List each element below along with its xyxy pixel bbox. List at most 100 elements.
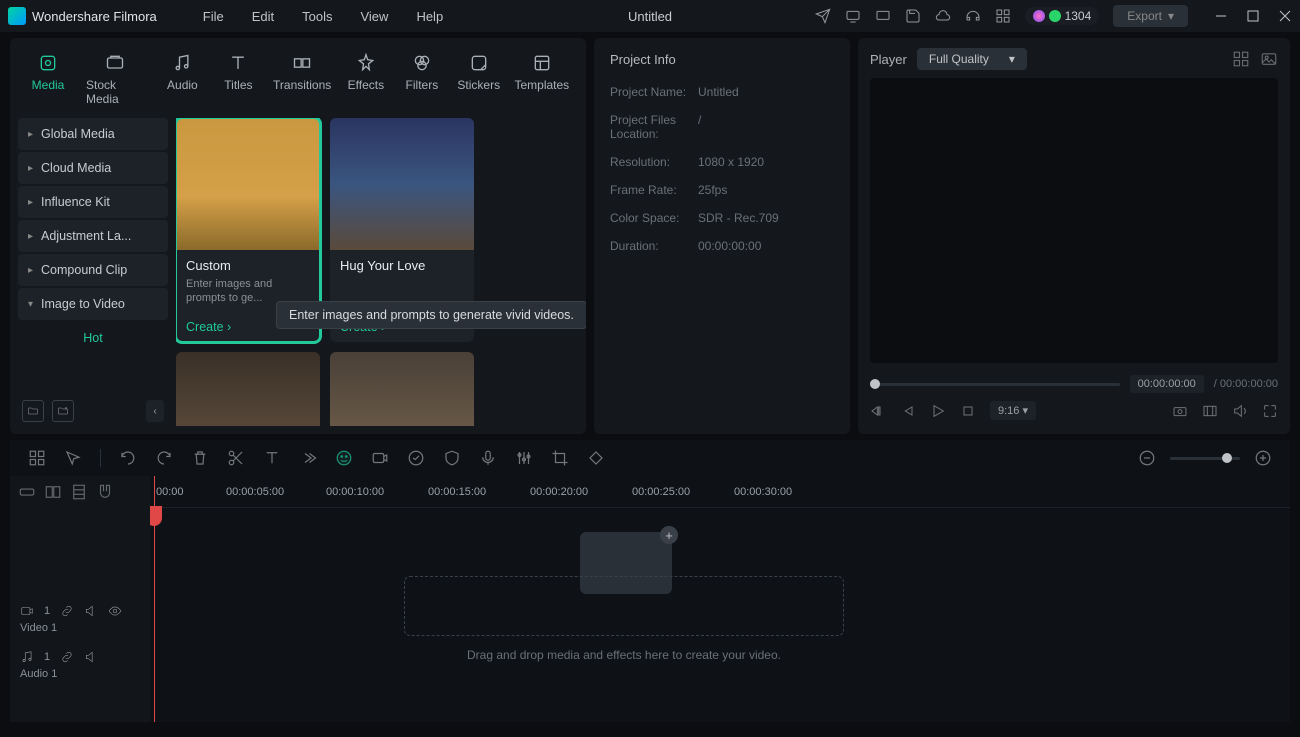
- collapse-sidebar-button[interactable]: ‹: [146, 400, 164, 422]
- media-sidebar: ▸Global Media ▸Cloud Media ▸Influence Ki…: [18, 118, 168, 426]
- tab-effects[interactable]: Effects: [342, 48, 390, 110]
- fullscreen-icon[interactable]: [1262, 403, 1278, 419]
- crop-icon[interactable]: [551, 449, 569, 467]
- grid-view-icon[interactable]: [1232, 50, 1250, 68]
- sidebar-item-global-media[interactable]: ▸Global Media: [18, 118, 168, 150]
- record-icon[interactable]: [371, 449, 389, 467]
- undo-button[interactable]: [119, 449, 137, 467]
- save-icon[interactable]: [905, 8, 921, 24]
- tab-templates[interactable]: Templates: [512, 48, 572, 110]
- time-ruler[interactable]: 00:00 00:00:05:00 00:00:10:00 00:00:15:0…: [150, 476, 1290, 508]
- info-label: Project Files Location:: [610, 113, 698, 141]
- layout-icon[interactable]: [28, 449, 46, 467]
- magnet-icon[interactable]: [96, 483, 114, 501]
- sidebar-item-compound-clip[interactable]: ▸Compound Clip: [18, 254, 168, 286]
- player-label: Player: [870, 52, 907, 67]
- minimize-button[interactable]: [1214, 9, 1228, 23]
- track-name: Audio 1: [20, 668, 140, 680]
- tab-transitions[interactable]: Transitions: [270, 48, 334, 110]
- export-button[interactable]: Export▾: [1113, 5, 1188, 27]
- text-icon[interactable]: [263, 449, 281, 467]
- split-button[interactable]: [227, 449, 245, 467]
- shield-icon[interactable]: [443, 449, 461, 467]
- chevron-down-icon: ▾: [1009, 52, 1015, 66]
- sidebar-item-influence-kit[interactable]: ▸Influence Kit: [18, 186, 168, 218]
- tl-option-icon[interactable]: [70, 483, 88, 501]
- volume-icon[interactable]: [1232, 403, 1248, 419]
- playhead[interactable]: [154, 476, 155, 722]
- tab-stock-media[interactable]: Stock Media: [80, 48, 150, 110]
- drop-zone[interactable]: [404, 576, 844, 636]
- folder-add-icon[interactable]: [52, 400, 74, 422]
- zoom-fit-button[interactable]: [1254, 449, 1272, 467]
- keyframe-icon[interactable]: [587, 449, 605, 467]
- tab-stickers[interactable]: Stickers: [454, 48, 504, 110]
- aspect-ratio-select[interactable]: 9:16 ▾: [990, 401, 1036, 420]
- tl-option-icon[interactable]: [18, 483, 36, 501]
- coin-icon: [1049, 10, 1061, 22]
- info-value: 1080 x 1920: [698, 155, 764, 169]
- scrubber[interactable]: [870, 383, 1120, 386]
- preview-viewport[interactable]: [870, 78, 1278, 363]
- mic-icon[interactable]: [479, 449, 497, 467]
- sidebar-item-cloud-media[interactable]: ▸Cloud Media: [18, 152, 168, 184]
- menu-file[interactable]: File: [203, 9, 224, 24]
- mute-icon[interactable]: [84, 650, 98, 664]
- ai-icon[interactable]: [335, 449, 353, 467]
- delete-button[interactable]: [191, 449, 209, 467]
- credits-pill[interactable]: 1304: [1025, 7, 1100, 25]
- screen-icon[interactable]: [875, 8, 891, 24]
- link-icon[interactable]: [60, 650, 74, 664]
- redo-button[interactable]: [155, 449, 173, 467]
- credits-count: 1304: [1065, 9, 1092, 23]
- mixer-icon[interactable]: [515, 449, 533, 467]
- card-thumbnail: [330, 118, 474, 250]
- info-label: Frame Rate:: [610, 183, 698, 197]
- headset-icon[interactable]: [965, 8, 981, 24]
- image-icon[interactable]: [1260, 50, 1278, 68]
- tab-media[interactable]: Media: [24, 48, 72, 110]
- play-button[interactable]: [930, 403, 946, 419]
- chevron-down-icon: ▾: [1168, 9, 1174, 23]
- audio-track-header[interactable]: 1 Audio 1: [10, 642, 150, 688]
- tab-filters[interactable]: Filters: [398, 48, 446, 110]
- tab-audio[interactable]: Audio: [158, 48, 206, 110]
- gem-icon: [1033, 10, 1045, 22]
- zoom-slider[interactable]: [1170, 457, 1240, 460]
- sidebar-item-image-to-video[interactable]: ▾Image to Video: [18, 288, 168, 320]
- link-icon[interactable]: [60, 604, 74, 618]
- timeline: 1 Video 1 1 Audio 1 00:00 00:00:05:00 00…: [10, 476, 1290, 722]
- menu-tools[interactable]: Tools: [302, 9, 332, 24]
- timeline-tracks[interactable]: 00:00 00:00:05:00 00:00:10:00 00:00:15:0…: [150, 476, 1290, 722]
- mute-icon[interactable]: [84, 604, 98, 618]
- stop-button[interactable]: [960, 403, 976, 419]
- cloud-icon[interactable]: [935, 8, 951, 24]
- device-icon[interactable]: [845, 8, 861, 24]
- tab-titles[interactable]: Titles: [214, 48, 262, 110]
- eye-icon[interactable]: [108, 604, 122, 618]
- more-icon[interactable]: [299, 449, 317, 467]
- sidebar-item-adjustment-layer[interactable]: ▸Adjustment La...: [18, 220, 168, 252]
- card-template[interactable]: [176, 352, 320, 426]
- menu-help[interactable]: Help: [416, 9, 443, 24]
- sidebar-item-hot[interactable]: Hot: [18, 322, 168, 354]
- marker-icon[interactable]: [1202, 403, 1218, 419]
- cursor-icon[interactable]: [64, 449, 82, 467]
- close-button[interactable]: [1278, 9, 1292, 23]
- quality-select[interactable]: Full Quality▾: [917, 48, 1027, 70]
- apps-icon[interactable]: [995, 8, 1011, 24]
- maximize-button[interactable]: [1246, 9, 1260, 23]
- card-template[interactable]: [330, 352, 474, 426]
- speed-icon[interactable]: [407, 449, 425, 467]
- chevron-right-icon: ▸: [28, 231, 33, 242]
- send-icon[interactable]: [815, 8, 831, 24]
- zoom-out-button[interactable]: [1138, 449, 1156, 467]
- prev-frame-button[interactable]: [870, 403, 886, 419]
- play-reverse-button[interactable]: [900, 403, 916, 419]
- menu-edit[interactable]: Edit: [252, 9, 274, 24]
- folder-icon[interactable]: [22, 400, 44, 422]
- tl-option-icon[interactable]: [44, 483, 62, 501]
- video-track-header[interactable]: 1 Video 1: [10, 596, 150, 642]
- snapshot-icon[interactable]: [1172, 403, 1188, 419]
- menu-view[interactable]: View: [360, 9, 388, 24]
